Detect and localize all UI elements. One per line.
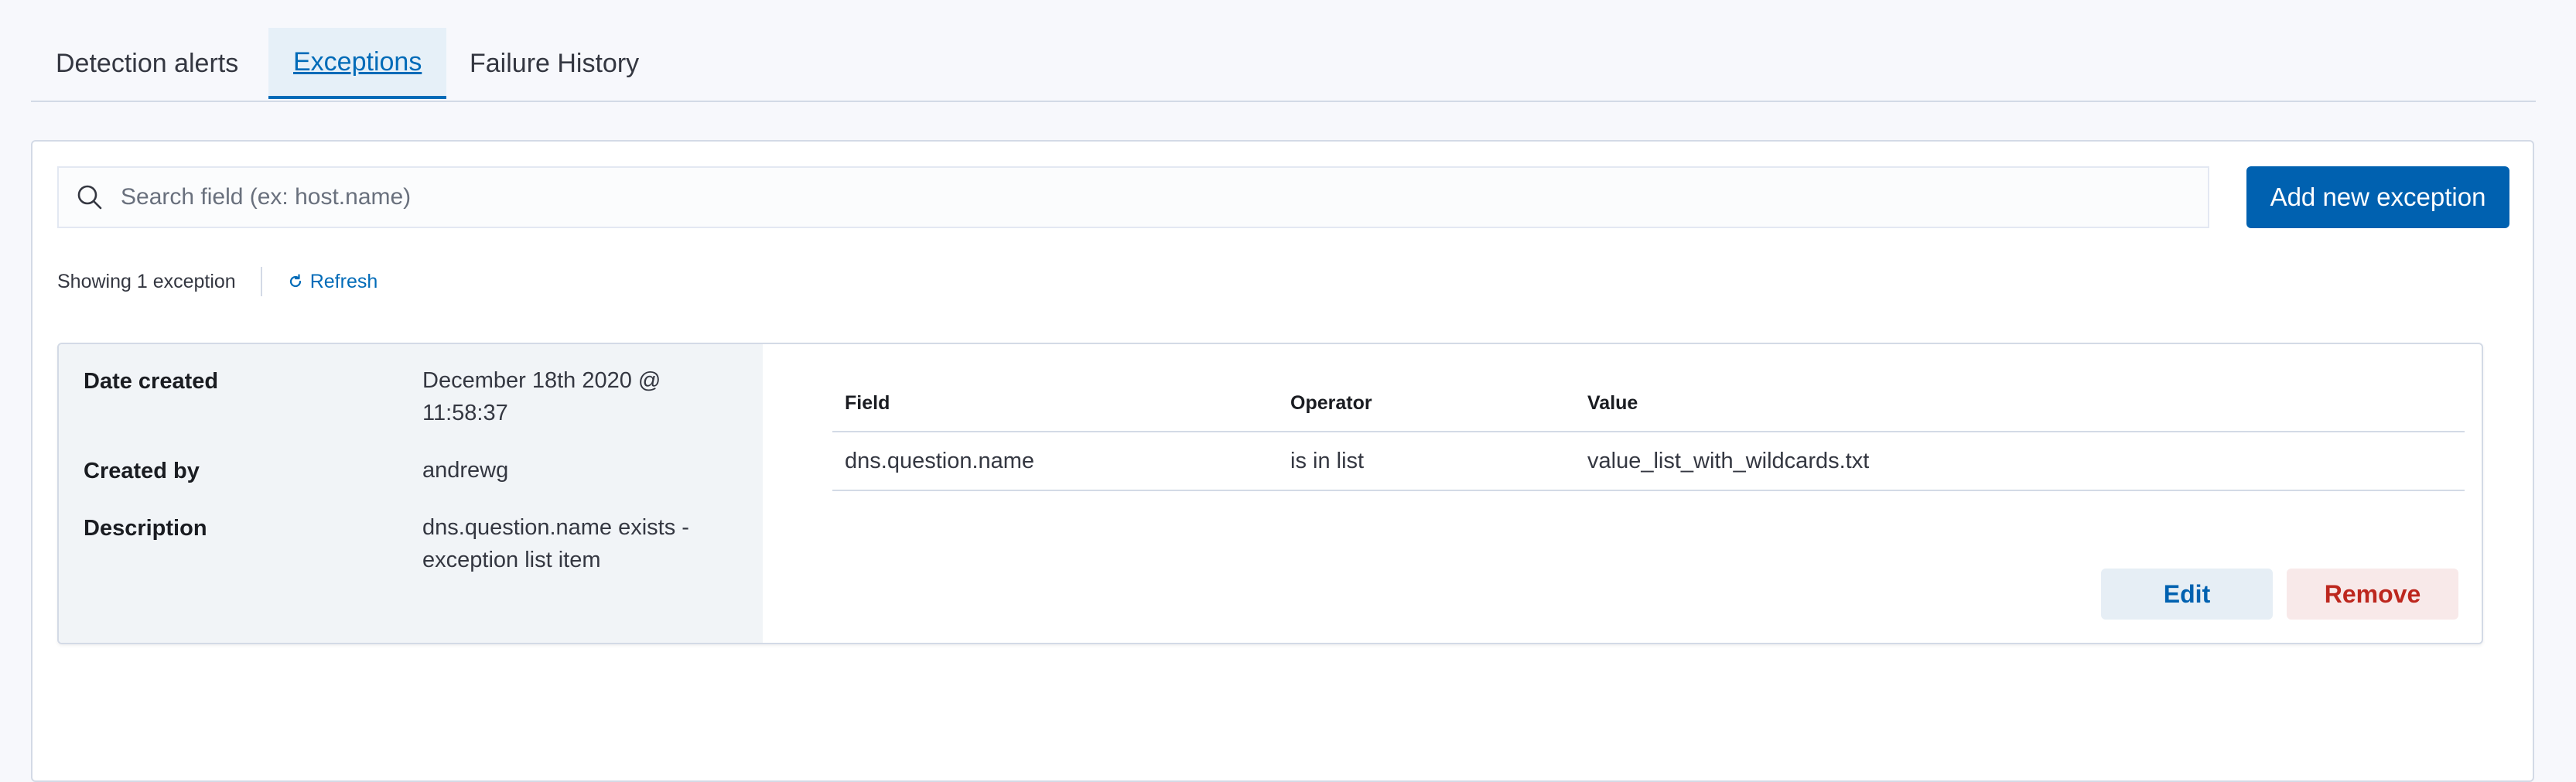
tab-exceptions[interactable]: Exceptions <box>268 28 447 99</box>
exception-item-card: Date created December 18th 2020 @ 11:58:… <box>57 343 2483 644</box>
meta-label-description: Description <box>84 516 207 541</box>
remove-button[interactable]: Remove <box>2287 569 2458 620</box>
entry-value: value_list_with_wildcards.txt <box>1575 432 2465 491</box>
search-input[interactable] <box>119 183 2134 211</box>
entry-field: dns.question.name <box>832 432 1278 491</box>
meta-value-date-created: December 18th 2020 @ 11:58:37 <box>422 368 661 425</box>
tab-failure-history[interactable]: Failure History <box>445 28 664 99</box>
meta-label-created-by: Created by <box>84 459 200 483</box>
column-header-operator: Operator <box>1278 375 1575 432</box>
column-header-field: Field <box>832 375 1278 432</box>
edit-button[interactable]: Edit <box>2101 569 2273 620</box>
exception-entries-table: Field Operator Value dns.question.name i… <box>832 375 2465 491</box>
meta-value-created-by: andrewg <box>422 458 509 483</box>
table-row: dns.question.name is in list value_list_… <box>832 432 2465 491</box>
refresh-icon <box>287 273 304 290</box>
search-icon <box>74 182 105 213</box>
meta-label-date-created: Date created <box>84 369 219 394</box>
exception-count-text: Showing 1 exception <box>57 270 236 292</box>
add-new-exception-button[interactable]: Add new exception <box>2246 166 2509 228</box>
utility-divider <box>260 267 262 296</box>
table-header-row: Field Operator Value <box>832 375 2465 432</box>
tab-bar: Detection alerts Exceptions Failure Hist… <box>31 28 2536 102</box>
tab-detection-alerts[interactable]: Detection alerts <box>31 28 263 99</box>
column-header-value: Value <box>1575 375 2465 432</box>
refresh-button[interactable]: Refresh <box>287 271 378 293</box>
search-field-container[interactable] <box>57 166 2209 228</box>
exceptions-panel: Add new exception Showing 1 exception Re… <box>31 140 2534 782</box>
exception-meta-section: Date created December 18th 2020 @ 11:58:… <box>59 344 763 643</box>
utility-bar: Showing 1 exception Refresh <box>57 265 378 298</box>
entry-operator: is in list <box>1278 432 1575 491</box>
meta-value-description: dns.question.name exists - exception lis… <box>422 515 689 572</box>
refresh-label: Refresh <box>309 270 378 292</box>
